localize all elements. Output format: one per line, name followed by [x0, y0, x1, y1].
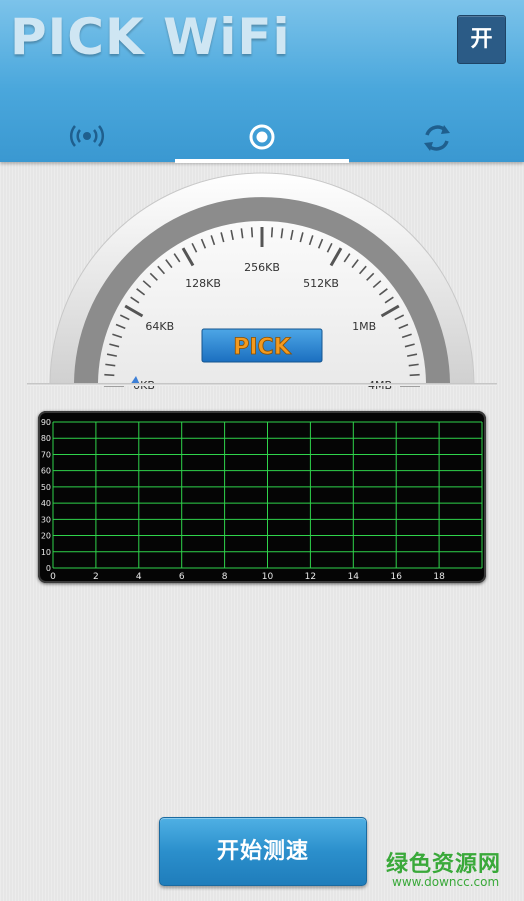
gauge-scale-label: 256KB — [244, 261, 280, 274]
watermark-text: 绿色资源网 — [386, 852, 502, 877]
gauge-center-label: PICK — [233, 335, 291, 360]
gauge-scale-label: 64KB — [145, 320, 174, 333]
graph-y-tick-label: 80 — [41, 434, 51, 443]
graph-y-tick-label: 20 — [41, 532, 51, 541]
graph-y-tick-label: 90 — [41, 418, 51, 427]
signal-icon — [70, 125, 104, 147]
gauge-scale-label: 1MB — [352, 320, 376, 333]
gauge-minor-tick — [250, 227, 254, 238]
gauge-minor-tick — [104, 373, 115, 377]
watermark-url: www.downcc.com — [392, 875, 500, 889]
graph-x-tick-label: 0 — [50, 572, 56, 582]
tab-indicator — [175, 159, 349, 163]
graph-x-tick-label: 16 — [390, 572, 402, 582]
graph-x-tick-label: 18 — [433, 572, 445, 582]
graph-x-tick-label: 6 — [179, 572, 185, 582]
graph-y-tick-label: 60 — [41, 467, 51, 476]
graph-x-tick-label: 8 — [222, 572, 228, 582]
graph-x-tick-label: 14 — [348, 572, 360, 582]
graph-y-tick-label: 40 — [41, 499, 51, 508]
graph-x-tick-label: 2 — [93, 572, 99, 582]
toggle-button[interactable]: 开 — [457, 15, 506, 64]
start-speed-test-button[interactable]: 开始测速 — [159, 817, 367, 886]
gauge-minor-tick — [270, 227, 274, 238]
app-header: PICK WiFi 开 — [0, 0, 524, 163]
app-title: PICK WiFi — [10, 8, 291, 66]
graph-y-tick-label: 50 — [41, 483, 51, 492]
refresh-icon — [424, 125, 450, 151]
graph-y-tick-label: 70 — [41, 450, 51, 459]
speed-gauge: 0KB64KB128KB256KB512KB1MB4MB PICK — [49, 172, 475, 390]
graph-y-tick-label: 0 — [46, 564, 51, 573]
tab-signal[interactable] — [0, 110, 174, 162]
graph-x-tick-label: 10 — [262, 572, 274, 582]
gauge-scale-label: 512KB — [303, 277, 339, 290]
tab-speed[interactable] — [175, 110, 349, 162]
tab-refresh[interactable] — [350, 110, 524, 162]
graph-x-tick-label: 4 — [136, 572, 142, 582]
gauge-scale-label: 128KB — [185, 277, 221, 290]
speed-target-icon — [249, 124, 275, 150]
gauge-baseline — [27, 383, 497, 386]
graph-y-tick-label: 10 — [41, 548, 51, 557]
gauge-minor-tick — [409, 373, 420, 377]
graph-y-tick-label: 30 — [41, 515, 51, 524]
graph-x-tick-label: 12 — [305, 572, 316, 582]
speed-graph: 0 2 4 6 8 10 12 14 16 18 0 10 20 30 40 50 60 70 80 90 — [38, 411, 486, 583]
